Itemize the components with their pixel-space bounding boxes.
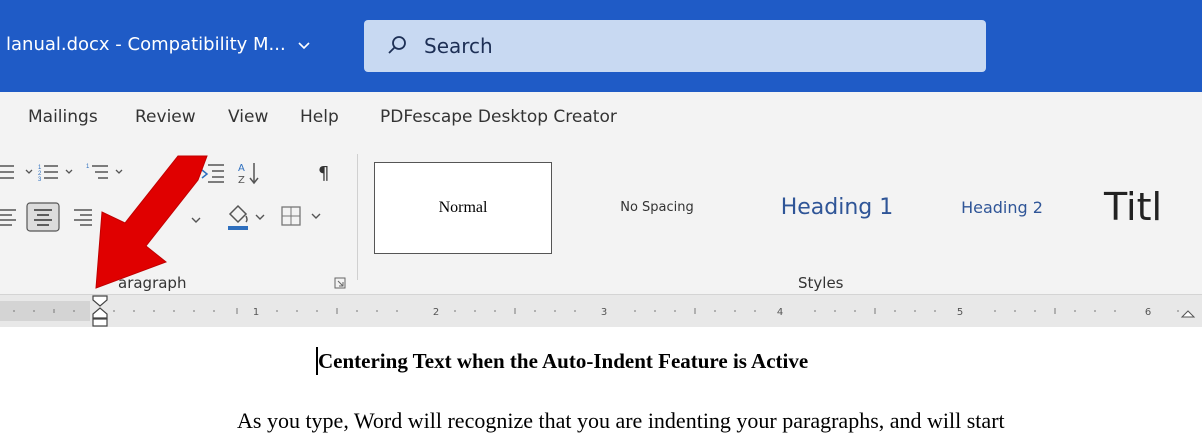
ruler-number: 1 (253, 307, 259, 318)
ruler-number: 3 (601, 307, 607, 318)
document-body-text: As you type, Word will recognize that yo… (237, 408, 1005, 433)
style-normal[interactable]: Normal (374, 162, 552, 254)
svg-text:Z: Z (238, 175, 245, 186)
ribbon-tabs: Mailings Review View Help PDFescape Desk… (0, 92, 1202, 144)
style-no-spacing[interactable]: No Spacing (582, 162, 732, 252)
right-indent-marker-icon[interactable] (1180, 310, 1196, 318)
numbering-icon[interactable]: 1 2 3 (38, 162, 84, 184)
ruler-number: 2 (433, 307, 439, 318)
svg-text:¶: ¶ (318, 163, 329, 184)
ruler-scale: 1 2 3 4 5 6 (0, 295, 1196, 327)
ribbon-separator (357, 154, 358, 280)
ruler[interactable]: 1 2 3 4 5 6 (0, 294, 1202, 328)
tab-review[interactable]: Review (135, 107, 196, 127)
increase-indent-icon[interactable] (200, 162, 226, 184)
chevron-down-icon[interactable] (298, 40, 310, 52)
document-heading: Centering Text when the Auto-Indent Feat… (318, 349, 809, 373)
document-title[interactable]: lanual.docx - Compatibility M... (6, 34, 286, 55)
svg-text:A: A (238, 163, 245, 174)
ruler-number: 6 (1145, 307, 1151, 318)
align-center-icon[interactable] (26, 202, 60, 232)
ribbon: 1 2 3 1 A Z ¶ aragraph Normal No Spacing… (0, 144, 1202, 294)
align-left-icon[interactable] (0, 206, 22, 228)
align-right-icon[interactable] (72, 206, 94, 228)
tab-help[interactable]: Help (300, 107, 339, 127)
document-page[interactable]: Centering Text when the Auto-Indent Feat… (0, 327, 1202, 433)
chevron-down-icon[interactable] (190, 214, 202, 226)
search-input[interactable]: Search (364, 20, 986, 72)
svg-text:1: 1 (86, 164, 90, 170)
indent-marker-icon[interactable] (92, 295, 108, 327)
search-placeholder: Search (424, 34, 493, 58)
tab-view[interactable]: View (228, 107, 268, 127)
bullets-icon[interactable] (0, 162, 40, 184)
shading-icon[interactable] (226, 202, 268, 232)
ruler-number: 4 (777, 307, 783, 318)
dialog-launcher-icon[interactable] (334, 277, 346, 289)
borders-icon[interactable] (274, 204, 334, 230)
search-icon (388, 36, 406, 54)
svg-text:3: 3 (38, 177, 42, 183)
paragraph-group: 1 2 3 1 A Z ¶ aragraph (0, 144, 352, 294)
styles-group-label: Styles (798, 274, 844, 292)
ruler-number: 5 (957, 307, 963, 318)
title-bar: lanual.docx - Compatibility M... Search (0, 0, 1202, 92)
tab-pdfescape[interactable]: PDFescape Desktop Creator (380, 107, 617, 127)
style-heading-1[interactable]: Heading 1 (757, 162, 917, 252)
paragraph-group-label: aragraph (118, 274, 187, 292)
style-heading-2[interactable]: Heading 2 (927, 162, 1077, 252)
styles-gallery: Normal No Spacing Heading 1 Heading 2 Ti… (362, 150, 1202, 258)
show-formatting-icon[interactable]: ¶ (318, 162, 334, 184)
sort-icon[interactable]: A Z (238, 160, 260, 186)
multilevel-list-icon[interactable]: 1 (86, 162, 132, 184)
style-title[interactable]: Titl (1104, 162, 1202, 252)
tab-mailings[interactable]: Mailings (28, 107, 98, 127)
